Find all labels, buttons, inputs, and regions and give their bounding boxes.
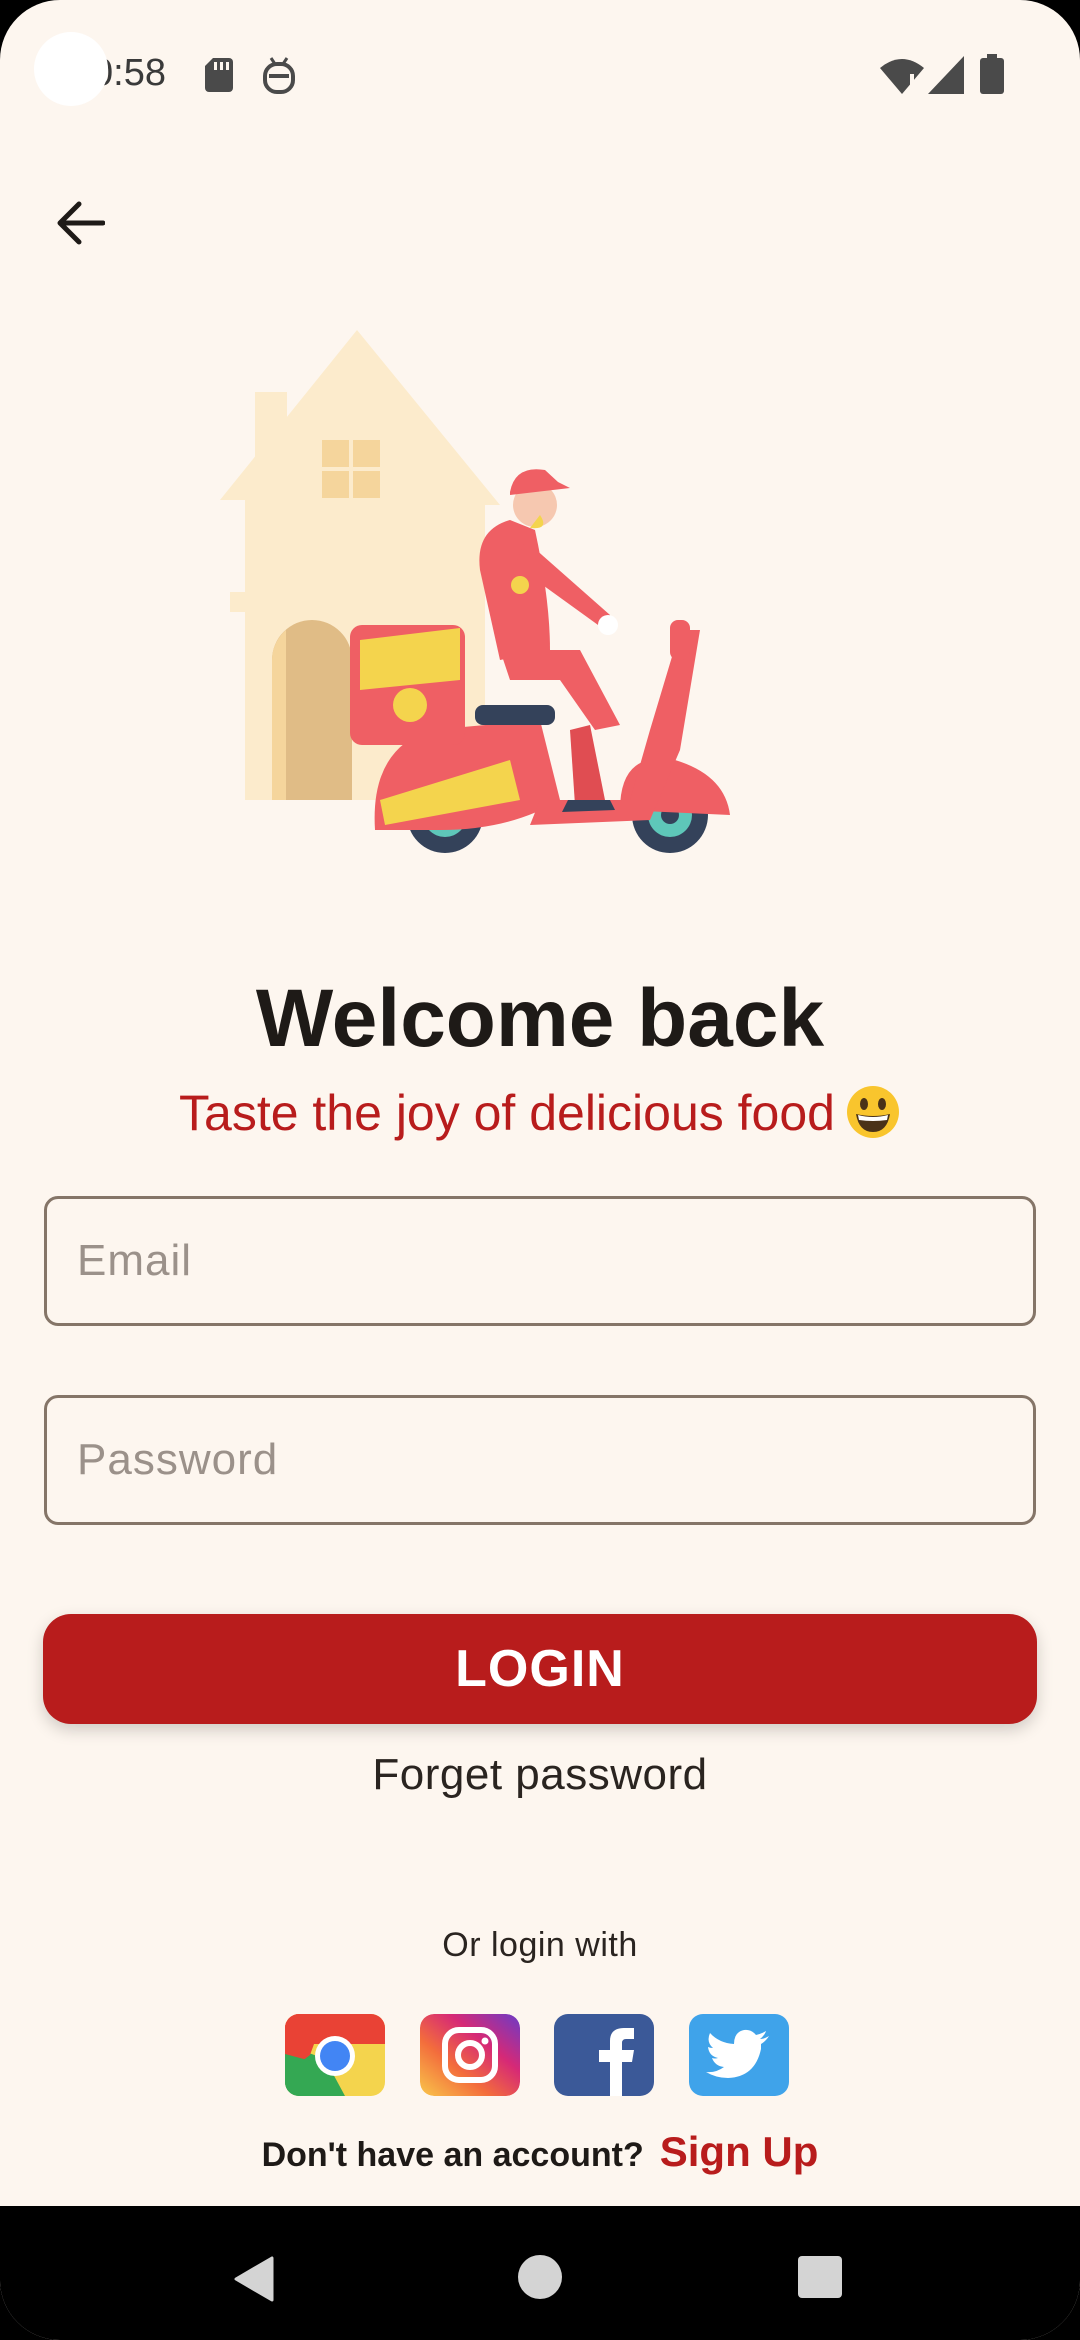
status-bar: 0:58 (0, 0, 1080, 150)
chrome-login-button[interactable] (285, 2014, 385, 2096)
nav-back-icon[interactable] (234, 2256, 274, 2302)
forget-password-link[interactable]: Forget password (0, 1750, 1080, 1800)
robot-face-icon (263, 57, 295, 94)
nav-recents-icon[interactable] (798, 2256, 842, 2298)
page-subtitle: Taste the joy of delicious food (0, 1084, 1080, 1142)
signup-row: Don't have an account? Sign Up (0, 2128, 1080, 2176)
camera-cutout (34, 32, 108, 106)
twitter-login-button[interactable] (689, 2014, 789, 2096)
or-login-with-label: Or login with (442, 1926, 638, 1964)
battery-icon (980, 54, 1004, 94)
nav-home-icon[interactable] (518, 2255, 562, 2299)
page-title: Welcome back (255, 973, 825, 1064)
back-button[interactable] (40, 188, 120, 258)
instagram-login-button[interactable] (420, 2014, 520, 2096)
password-input[interactable] (77, 1435, 1033, 1485)
password-field[interactable] (44, 1395, 1036, 1525)
login-button[interactable]: LOGIN (43, 1614, 1037, 1724)
facebook-login-button[interactable] (554, 2014, 654, 2096)
arrow-left-icon (57, 201, 105, 245)
signup-question: Don't have an account? (261, 2136, 644, 2174)
sd-card-icon (205, 58, 233, 92)
login-screen: 0:58 Welcome back Taste the joy of delic… (0, 0, 1080, 2340)
email-field[interactable] (44, 1196, 1036, 1326)
cellular-signal-icon (928, 56, 964, 94)
grinning-face-icon (846, 1086, 899, 1138)
subtitle-text: Taste the joy of delicious food (179, 1085, 835, 1141)
signup-link[interactable]: Sign Up (660, 2128, 819, 2175)
system-nav-bar (0, 2206, 1080, 2340)
wifi-icon (880, 59, 924, 94)
email-input[interactable] (77, 1236, 1033, 1286)
delivery-scooter-illustration (220, 330, 730, 853)
